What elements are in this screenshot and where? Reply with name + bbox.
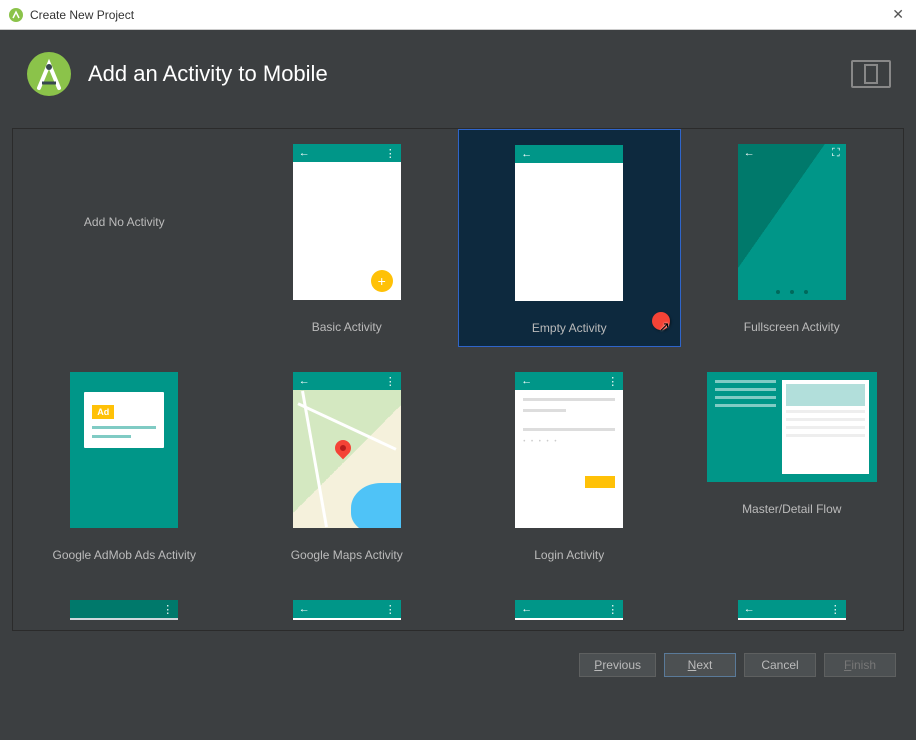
previous-button[interactable]: Previous <box>579 653 656 677</box>
overflow-menu-icon <box>615 148 617 160</box>
fab-icon: + <box>371 270 393 292</box>
window-title: Create New Project <box>30 8 134 22</box>
activity-gallery: Add No Activity ←⋮ + Basic Activity ← <box>12 128 904 631</box>
activity-thumbnail: ← ⋮ + <box>293 144 401 300</box>
next-button[interactable]: Next <box>664 653 736 677</box>
back-arrow-icon: ← <box>299 603 310 615</box>
back-arrow-icon: ← <box>744 603 755 615</box>
device-icon <box>851 60 891 88</box>
activity-option-partial-3[interactable]: ←⋮ <box>458 585 681 620</box>
activity-thumbnail: ← <box>515 145 623 301</box>
activity-option-none[interactable]: Add No Activity <box>13 129 236 347</box>
back-arrow-icon: ← <box>521 603 532 615</box>
activity-option-partial-1[interactable]: ⋮ <box>13 585 236 620</box>
activity-option-empty[interactable]: ← Empty Activity <box>458 129 681 347</box>
overflow-menu-icon: ⋮ <box>607 603 617 616</box>
activity-thumbnail: ←⛶ <box>738 144 846 300</box>
activity-grid[interactable]: Add No Activity ←⋮ + Basic Activity ← <box>13 129 903 630</box>
android-studio-icon <box>8 7 24 23</box>
page-title: Add an Activity to Mobile <box>88 61 851 87</box>
activity-option-login[interactable]: ←⋮ • • • • • Login Activity <box>458 357 681 575</box>
activity-label: Empty Activity <box>532 321 607 335</box>
close-icon[interactable]: ✕ <box>888 6 908 23</box>
overflow-menu-icon: ⋮ <box>385 375 395 388</box>
activity-label: Google AdMob Ads Activity <box>53 548 196 562</box>
activity-label: Master/Detail Flow <box>742 502 841 516</box>
activity-option-master-detail[interactable]: Master/Detail Flow <box>681 357 904 575</box>
activity-label: Google Maps Activity <box>291 548 403 562</box>
activity-thumbnail: Ad <box>70 372 178 528</box>
activity-label: Fullscreen Activity <box>744 320 840 334</box>
overflow-menu-icon: ⋮ <box>607 375 617 388</box>
activity-label: Add No Activity <box>84 215 165 229</box>
activity-thumbnail <box>707 372 877 482</box>
overflow-menu-icon: ⋮ <box>830 603 840 616</box>
header: Add an Activity to Mobile <box>0 30 916 118</box>
back-arrow-icon: ← <box>521 375 532 387</box>
activity-thumbnail: ←⋮ • • • • • <box>515 372 623 528</box>
activity-option-partial-2[interactable]: ←⋮ <box>236 585 459 620</box>
activity-option-admob[interactable]: Ad Google AdMob Ads Activity <box>13 357 236 575</box>
activity-option-basic[interactable]: ← ⋮ + Basic Activity <box>236 129 459 347</box>
overflow-menu-icon: ⋮ <box>162 603 172 616</box>
back-arrow-icon: ← <box>744 147 755 159</box>
activity-option-maps[interactable]: ←⋮ Google Maps Activity <box>236 357 459 575</box>
fullscreen-icon: ⛶ <box>832 147 840 159</box>
map-pin-icon <box>331 437 354 460</box>
overflow-menu-icon: ⋮ <box>385 147 395 160</box>
back-arrow-icon: ← <box>521 148 532 160</box>
cursor-indicator <box>652 312 670 330</box>
back-arrow-icon: ← <box>299 147 310 159</box>
ad-badge: Ad <box>92 405 114 419</box>
footer-buttons: Previous Next Cancel Finish <box>0 641 916 689</box>
titlebar: Create New Project ✕ <box>0 0 916 30</box>
back-arrow-icon: ← <box>299 375 310 387</box>
cancel-button[interactable]: Cancel <box>744 653 816 677</box>
activity-thumbnail: ←⋮ <box>293 372 401 528</box>
activity-label: Basic Activity <box>312 320 382 334</box>
activity-option-fullscreen[interactable]: ←⛶ Fullscreen Activity <box>681 129 904 347</box>
finish-button: Finish <box>824 653 896 677</box>
activity-option-partial-4[interactable]: ←⋮ <box>681 585 904 620</box>
activity-label: Login Activity <box>534 548 604 562</box>
overflow-menu-icon: ⋮ <box>385 603 395 616</box>
android-studio-logo-icon <box>25 50 73 98</box>
